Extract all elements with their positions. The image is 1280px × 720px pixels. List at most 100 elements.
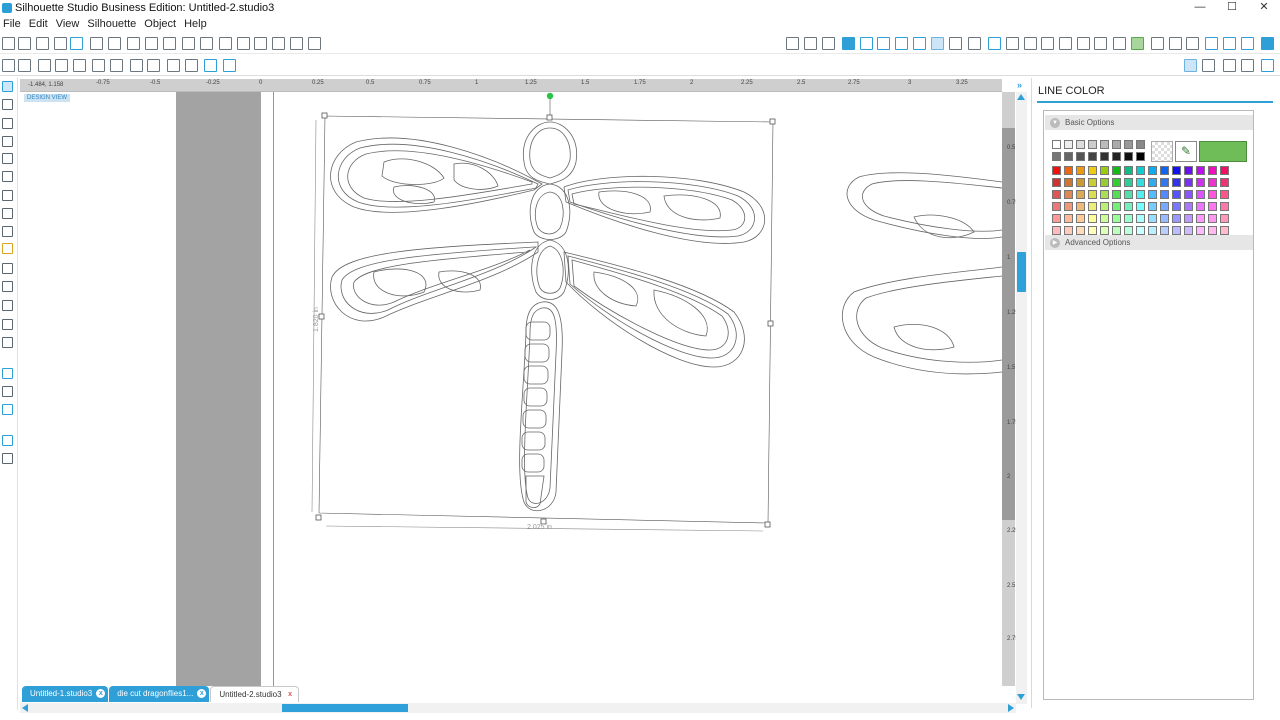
align-icon[interactable]	[1059, 37, 1072, 50]
release-compound-icon[interactable]	[92, 59, 105, 72]
page-setup-icon[interactable]	[804, 37, 817, 50]
vertical-scrollbar[interactable]	[1016, 92, 1027, 704]
color-swatch[interactable]	[1148, 166, 1157, 175]
book-icon[interactable]	[2, 386, 13, 397]
scroll-right-icon[interactable]	[1008, 704, 1014, 712]
vertical-scroll-thumb[interactable]	[1017, 252, 1026, 292]
freehand-tool-icon[interactable]	[2, 243, 13, 254]
curve-tool-icon[interactable]	[2, 208, 13, 219]
smooth-freehand-icon[interactable]	[2, 263, 13, 274]
compound-path-icon[interactable]	[73, 59, 86, 72]
horizontal-scrollbar[interactable]	[20, 703, 1016, 713]
tab-close-icon[interactable]: x	[96, 689, 106, 698]
color-swatch[interactable]	[1100, 166, 1109, 175]
fill-gradient-icon[interactable]	[860, 37, 873, 50]
zoom-in-icon[interactable]	[237, 37, 250, 50]
color-swatch[interactable]	[1076, 178, 1085, 187]
selection-handles[interactable]	[315, 112, 776, 528]
color-swatch[interactable]	[1088, 214, 1097, 223]
color-swatch[interactable]	[1076, 140, 1085, 149]
offset-quick-icon[interactable]	[185, 59, 198, 72]
send-panel-icon[interactable]	[1241, 59, 1254, 72]
rotate-handle[interactable]	[546, 92, 554, 100]
tab-close-icon[interactable]: x	[197, 689, 207, 698]
copy-icon[interactable]	[127, 37, 140, 50]
knife-icon[interactable]	[204, 59, 217, 72]
cut-icon[interactable]	[163, 37, 176, 50]
text-tool-icon[interactable]	[2, 300, 13, 311]
arc-tool-icon[interactable]	[2, 226, 13, 237]
color-swatch[interactable]	[1076, 214, 1085, 223]
font-icon[interactable]	[1186, 37, 1199, 50]
color-swatch[interactable]	[1148, 202, 1157, 211]
color-swatch[interactable]	[1160, 226, 1169, 235]
color-swatch[interactable]	[1172, 226, 1181, 235]
transparent-color-swatch[interactable]	[1151, 141, 1173, 162]
color-swatch[interactable]	[1124, 214, 1133, 223]
color-swatch[interactable]	[1184, 202, 1193, 211]
color-swatch[interactable]	[1064, 152, 1073, 161]
group-icon[interactable]	[38, 59, 51, 72]
color-swatch[interactable]	[1208, 166, 1217, 175]
bring-forward-icon[interactable]	[130, 59, 143, 72]
scroll-up-icon[interactable]	[1017, 94, 1025, 100]
color-swatch[interactable]	[1196, 214, 1205, 223]
color-swatch[interactable]	[1160, 166, 1169, 175]
color-swatch[interactable]	[1064, 226, 1073, 235]
panel-collapse-icon[interactable]: »	[1017, 80, 1027, 90]
color-swatch[interactable]	[1220, 214, 1229, 223]
color-swatch[interactable]	[1052, 202, 1061, 211]
tab-close-icon[interactable]: x	[286, 690, 295, 699]
color-swatch[interactable]	[1148, 214, 1157, 223]
print-cut-icon[interactable]	[108, 37, 121, 50]
color-swatch[interactable]	[1160, 190, 1169, 199]
send-icon[interactable]	[1241, 37, 1254, 50]
color-swatch[interactable]	[1208, 178, 1217, 187]
polygon-tool-icon[interactable]	[2, 190, 13, 201]
tab-untitled-1[interactable]: Untitled-1.studio3 x	[22, 686, 109, 702]
color-swatch[interactable]	[1136, 140, 1145, 149]
color-swatch[interactable]	[1112, 178, 1121, 187]
rotate-icon[interactable]	[1006, 37, 1019, 50]
undo-icon[interactable]	[182, 37, 195, 50]
color-swatch[interactable]	[1076, 152, 1085, 161]
color-swatch[interactable]	[1220, 178, 1229, 187]
color-swatch[interactable]	[1220, 166, 1229, 175]
knife-left-icon[interactable]	[2, 337, 13, 348]
color-swatch[interactable]	[1208, 214, 1217, 223]
color-swatch[interactable]	[1064, 190, 1073, 199]
color-swatch[interactable]	[1184, 166, 1193, 175]
color-swatch[interactable]	[1100, 152, 1109, 161]
text-style-icon[interactable]	[968, 37, 981, 50]
shear-icon[interactable]	[1041, 37, 1054, 50]
color-swatch[interactable]	[1196, 190, 1205, 199]
scroll-down-icon[interactable]	[1017, 694, 1025, 700]
library-left-icon[interactable]	[2, 368, 13, 379]
color-swatch[interactable]	[1184, 190, 1193, 199]
color-swatch[interactable]	[1172, 190, 1181, 199]
color-swatch[interactable]	[1100, 226, 1109, 235]
menu-object[interactable]: Object	[141, 17, 181, 31]
color-swatch[interactable]	[1136, 152, 1145, 161]
design-canvas[interactable]	[274, 92, 1002, 686]
settings-gear-icon[interactable]	[1261, 37, 1274, 50]
menu-edit[interactable]: Edit	[26, 17, 53, 31]
color-swatch[interactable]	[1220, 190, 1229, 199]
design-view-icon[interactable]	[1184, 59, 1197, 72]
color-swatch[interactable]	[1112, 226, 1121, 235]
line-color-icon[interactable]	[931, 37, 944, 50]
color-swatch[interactable]	[1064, 178, 1073, 187]
menu-help[interactable]: Help	[181, 17, 212, 31]
grid-icon[interactable]	[822, 37, 835, 50]
expand-chevron-icon[interactable]: ▶	[1050, 238, 1060, 248]
save-library-icon[interactable]	[70, 37, 83, 50]
color-swatch[interactable]	[1112, 166, 1121, 175]
color-swatch[interactable]	[1172, 202, 1181, 211]
color-swatch[interactable]	[1124, 178, 1133, 187]
color-swatch[interactable]	[1208, 190, 1217, 199]
color-swatch[interactable]	[1136, 166, 1145, 175]
color-swatch[interactable]	[1052, 226, 1061, 235]
color-swatch[interactable]	[1100, 202, 1109, 211]
color-swatch[interactable]	[1160, 178, 1169, 187]
select-tool-icon[interactable]	[2, 81, 13, 92]
